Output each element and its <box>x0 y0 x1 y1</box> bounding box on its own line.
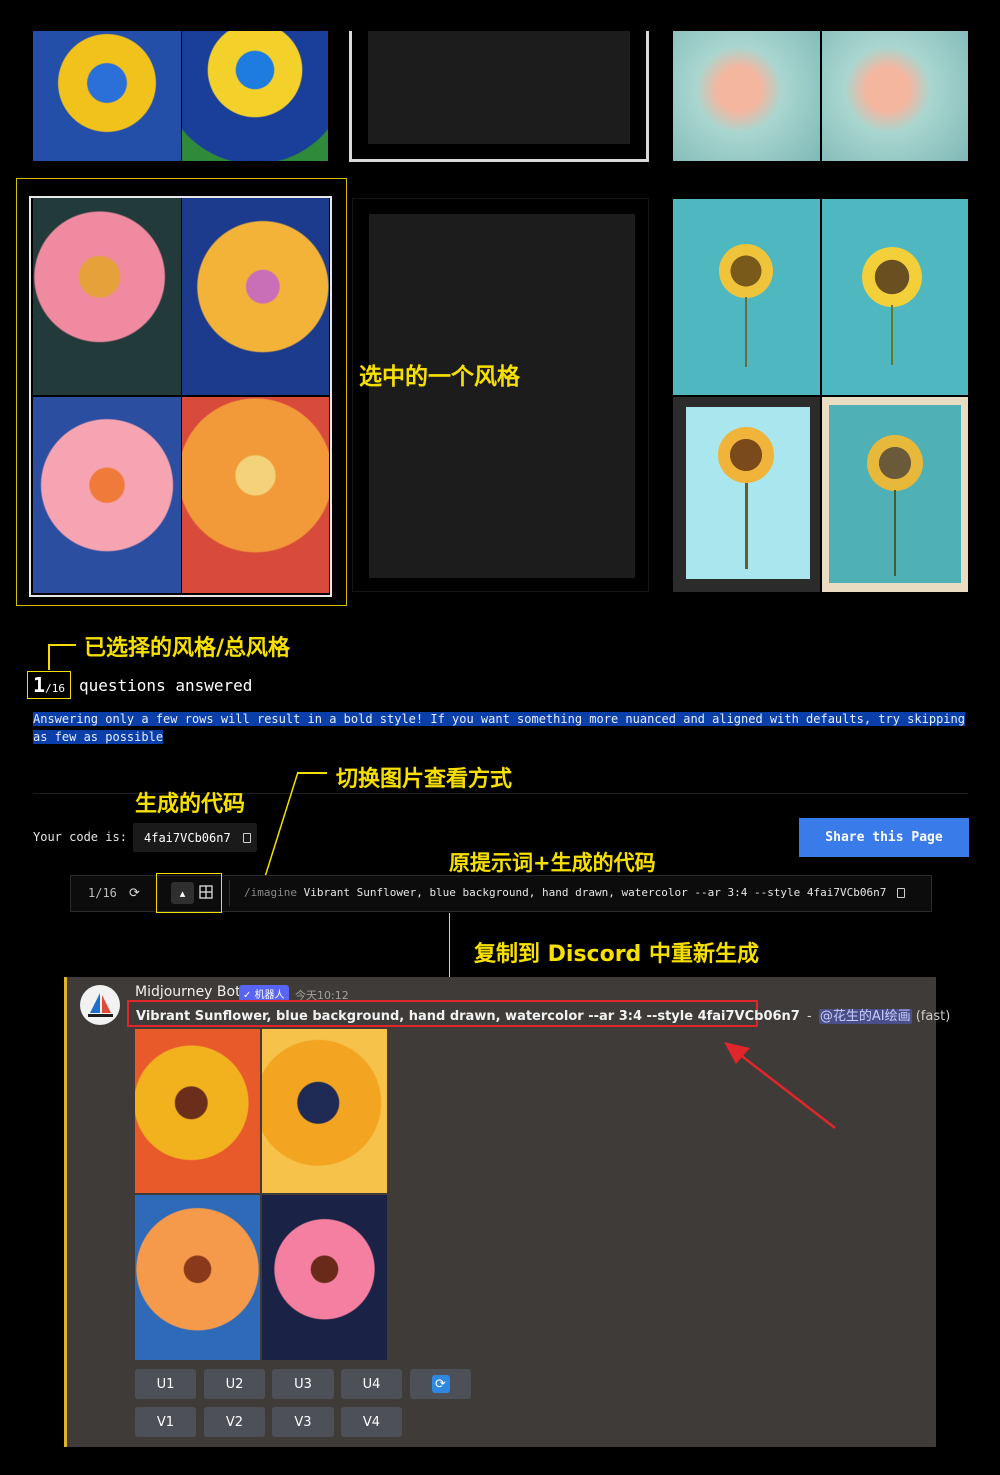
bot-avatar[interactable] <box>80 985 120 1025</box>
code-label: Your code is: <box>33 830 127 844</box>
message-line: Vibrant Sunflower, blue background, hand… <box>136 1005 950 1024</box>
style-image-top-left-1[interactable] <box>33 31 181 161</box>
progress-count: 1 <box>33 673 46 697</box>
copy-icon[interactable] <box>242 832 251 843</box>
red-arrow-icon <box>724 1042 836 1129</box>
prompt-divider <box>229 880 230 906</box>
style-image-right-1[interactable] <box>673 199 820 395</box>
sailboat-icon <box>88 993 113 1017</box>
style-image-right-3[interactable] <box>673 397 820 592</box>
upscale-button-1[interactable]: U1 <box>135 1369 196 1399</box>
refresh-icon[interactable]: ⟳ <box>129 886 140 901</box>
selected-style-image-2 <box>182 198 329 395</box>
variation-button-4[interactable]: V4 <box>341 1407 402 1437</box>
upscale-button-2[interactable]: U2 <box>204 1369 265 1399</box>
selected-style-image-4 <box>182 397 329 593</box>
style-image-top-right-2[interactable] <box>822 31 968 161</box>
style-image-right-4[interactable] <box>822 397 968 592</box>
prompt-command: /imagine <box>244 886 297 899</box>
prompt-copy-icon[interactable] <box>897 888 905 898</box>
annotation-toggle-line <box>263 771 299 881</box>
generated-image-2[interactable] <box>262 1029 387 1193</box>
message-prompt: Vibrant Sunflower, blue background, hand… <box>136 1009 800 1024</box>
prompt-text: Vibrant Sunflower, blue background, hand… <box>303 886 887 899</box>
user-mention[interactable]: @花生的AI绘画 <box>818 1009 912 1024</box>
generated-image-3[interactable] <box>135 1195 260 1360</box>
code-value: 4fai7VCb06n7 <box>144 830 231 845</box>
style-card-empty-top[interactable] <box>349 31 649 162</box>
variation-button-2[interactable]: V2 <box>204 1407 265 1437</box>
style-card-empty-middle[interactable] <box>352 198 649 592</box>
view-grid-toggle[interactable] <box>199 884 213 899</box>
upscale-button-3[interactable]: U3 <box>272 1369 334 1399</box>
selected-style-image-3 <box>33 397 181 593</box>
annotation-selected-style: 选中的一个风格 <box>359 364 520 390</box>
variation-button-3[interactable]: V3 <box>272 1407 334 1437</box>
progress-hint: Answering only a few rows will result in… <box>33 712 965 744</box>
bot-name[interactable]: Midjourney Bot <box>135 984 241 1000</box>
reroll-button[interactable]: ⟳ <box>410 1369 471 1399</box>
progress-total: /16 <box>45 682 65 695</box>
progress-counter: 1 /16 <box>27 671 71 699</box>
style-image-right-2[interactable] <box>822 199 968 395</box>
code-chip[interactable]: 4fai7VCb06n7 <box>133 823 257 852</box>
prompt-counter: 1/16 <box>88 886 117 900</box>
variation-button-1[interactable]: V1 <box>135 1407 196 1437</box>
generated-image-1[interactable] <box>135 1029 260 1193</box>
generated-image-4[interactable] <box>262 1195 387 1360</box>
annotation-toggle-view: 切换图片查看方式 <box>336 767 513 792</box>
annotation-selected-over-total: 已选择的风格/总风格 <box>84 636 291 661</box>
annotation-prompt-plus-code: 原提示词+生成的代码 <box>449 851 656 875</box>
selected-style-image-1 <box>33 198 181 395</box>
prompt-text-line[interactable]: /imagine Vibrant Sunflower, blue backgro… <box>244 886 886 899</box>
grid-icon <box>199 885 213 899</box>
view-single-toggle[interactable]: ▴ <box>171 882 194 904</box>
reroll-icon: ⟳ <box>431 1375 450 1393</box>
share-page-button[interactable]: Share this Page <box>799 818 969 857</box>
single-image-icon: ▴ <box>179 886 186 900</box>
annotation-generated-code: 生成的代码 <box>135 792 246 817</box>
annotation-arrow-down <box>449 913 450 986</box>
style-image-top-right-1[interactable] <box>673 31 820 161</box>
progress-label: questions answered <box>79 676 253 695</box>
message-separator: - <box>807 1009 812 1024</box>
upscale-button-4[interactable]: U4 <box>341 1369 402 1399</box>
style-image-top-left-2[interactable] <box>182 31 328 161</box>
annotation-copy-to-discord: 复制到 Discord 中重新生成 <box>474 942 759 967</box>
speed-tag: (fast) <box>915 1009 951 1024</box>
